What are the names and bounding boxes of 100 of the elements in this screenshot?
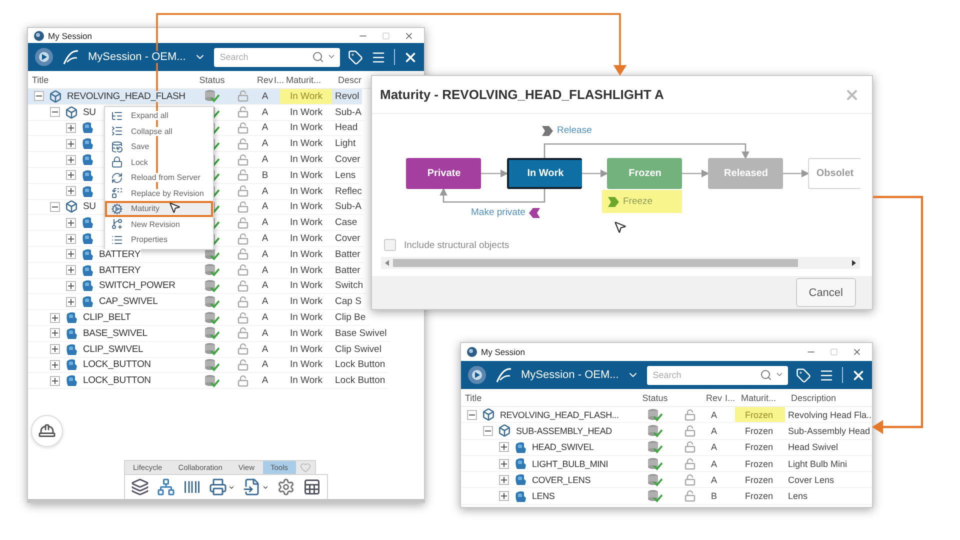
expand-toggle[interactable]: [50, 312, 60, 323]
table-row[interactable]: CLIP_SWIVEL A In Work Clip Swivel: [28, 342, 384, 358]
expand-toggle[interactable]: [499, 442, 509, 452]
expand-toggle[interactable]: [66, 234, 76, 244]
compass-icon[interactable]: [467, 365, 487, 385]
status-icon: [204, 278, 220, 293]
revision-cell: A: [710, 458, 717, 469]
transition-link[interactable]: Make private: [471, 207, 540, 218]
menu-item[interactable]: Collapse all: [105, 124, 213, 139]
session-label[interactable]: MySession - OEM...: [88, 51, 186, 63]
table-row[interactable]: LIGHT_BULB_MINI A Frozen Light Bulb Mini: [461, 456, 872, 472]
status-icon: [647, 456, 663, 471]
menu-item[interactable]: Expand all: [105, 108, 213, 124]
table-row[interactable]: COVER_LENS A Frozen Cover Lens: [461, 472, 872, 488]
menu-item[interactable]: New Revision: [105, 216, 213, 232]
column-header: Status: [641, 392, 669, 402]
search-icon[interactable]: [760, 368, 772, 380]
table-row[interactable]: CLIP_BELT A In Work Clip Be: [28, 310, 369, 326]
menu-item[interactable]: Replace by Revision: [105, 186, 213, 201]
tag-icon[interactable]: [348, 50, 363, 64]
tag-icon[interactable]: [796, 368, 811, 382]
search-field[interactable]: Search: [646, 366, 788, 384]
flag-icon: [608, 196, 619, 206]
search-field[interactable]: Search: [214, 48, 340, 66]
expand-toggle[interactable]: [50, 328, 60, 338]
revision-cell: A: [262, 106, 268, 118]
table-row[interactable]: REVOLVING_HEAD_FLASH... A Frozen Revolving Head Fla...: [461, 407, 872, 424]
table-row[interactable]: REVOLVING_HEAD_FLASH A In Work Revol: [28, 89, 362, 105]
menu-item[interactable]: Maturity: [105, 201, 213, 216]
lock-icon: [237, 280, 249, 292]
expand-toggle[interactable]: [50, 107, 60, 118]
state-node[interactable]: In Work: [507, 158, 582, 189]
menu-item[interactable]: Properties: [105, 232, 213, 248]
expand-toggle[interactable]: [66, 186, 76, 196]
caret-icon[interactable]: [262, 484, 269, 490]
expand-toggle[interactable]: [34, 91, 44, 102]
expand-toggle[interactable]: [499, 474, 509, 485]
expand-toggle[interactable]: [66, 280, 76, 291]
logo-icon: [495, 366, 513, 384]
lock-icon: [684, 458, 696, 470]
expand-toggle[interactable]: [66, 249, 76, 260]
expand-toggle[interactable]: [66, 138, 76, 149]
checkbox[interactable]: [384, 239, 396, 251]
transition-label: Freeze: [623, 196, 653, 207]
table-row[interactable]: LOCK_BUTTON A In Work Lock Button: [28, 358, 388, 374]
plus-icon: [501, 476, 507, 483]
expand-toggle[interactable]: [66, 218, 76, 228]
expand-toggle[interactable]: [66, 122, 76, 133]
table-row[interactable]: BASE_SWIVEL A In Work Base Swivel: [28, 326, 390, 342]
scroll-left-icon[interactable]: [385, 260, 389, 266]
menu-item[interactable]: Lock: [105, 154, 213, 170]
chevron-icon[interactable]: [327, 52, 336, 61]
menu-icon[interactable]: [371, 50, 386, 64]
menu-item[interactable]: Reload from Server: [105, 170, 213, 186]
search-icon[interactable]: [312, 50, 324, 62]
expand-toggle[interactable]: [66, 170, 76, 180]
expand-toggle[interactable]: [499, 491, 509, 502]
item-title: LIGHT_BULB_MINI: [532, 458, 608, 469]
printer-icon[interactable]: [209, 478, 227, 496]
expand-toggle[interactable]: [50, 344, 60, 354]
table-row[interactable]: SWITCH_POWER A In Work Switch: [28, 278, 366, 294]
close-icon[interactable]: [404, 30, 414, 40]
session-label[interactable]: MySession - OEM...: [521, 369, 619, 381]
menu-icon[interactable]: [819, 368, 834, 382]
table-row[interactable]: LOCK_BUTTON A In Work Lock Button: [28, 373, 388, 390]
window-title: My Session: [481, 347, 526, 357]
layers-icon[interactable]: [131, 478, 149, 496]
part-icon: [81, 232, 94, 246]
table-icon[interactable]: [303, 478, 321, 496]
menu-item[interactable]: Save: [105, 139, 213, 154]
state-node[interactable]: Private: [406, 158, 481, 189]
caret-icon[interactable]: [228, 484, 235, 490]
expand-toggle[interactable]: [66, 296, 76, 307]
import-icon[interactable]: [243, 478, 261, 496]
expand-toggle[interactable]: [50, 202, 60, 212]
expand-toggle[interactable]: [483, 426, 493, 436]
expand-toggle[interactable]: [50, 376, 60, 386]
table-row[interactable]: LENS B Frozen Lens: [461, 488, 872, 505]
table-row[interactable]: BATTERY A In Work Batter: [28, 262, 364, 279]
expand-toggle[interactable]: [467, 410, 477, 420]
scrollbar[interactable]: [381, 257, 860, 269]
expand-toggle[interactable]: [66, 265, 76, 276]
expand-toggle[interactable]: [66, 154, 76, 165]
close-icon[interactable]: [852, 347, 862, 357]
chevron-icon[interactable]: [775, 370, 784, 379]
settings-icon[interactable]: [277, 478, 295, 496]
cancel-button[interactable]: Cancel: [796, 278, 856, 307]
barcode-icon[interactable]: [183, 478, 201, 496]
tree-icon: [111, 110, 123, 122]
network-icon[interactable]: [157, 478, 175, 496]
round-button[interactable]: [31, 415, 63, 447]
table-row[interactable]: SUB-ASSEMBLY_HEAD A Frozen Sub-Assembly Head: [461, 423, 872, 440]
expand-toggle[interactable]: [50, 360, 60, 370]
compass-icon[interactable]: [34, 47, 54, 67]
logo-icon: [62, 48, 80, 66]
table-row[interactable]: CAP_SWIVEL A In Work Cap S: [28, 294, 364, 310]
table-row[interactable]: HEAD_SWIVEL A Frozen Head Swivel: [461, 440, 872, 456]
part-icon: [81, 153, 94, 166]
scroll-right-icon[interactable]: [852, 260, 856, 266]
expand-toggle[interactable]: [499, 458, 509, 469]
